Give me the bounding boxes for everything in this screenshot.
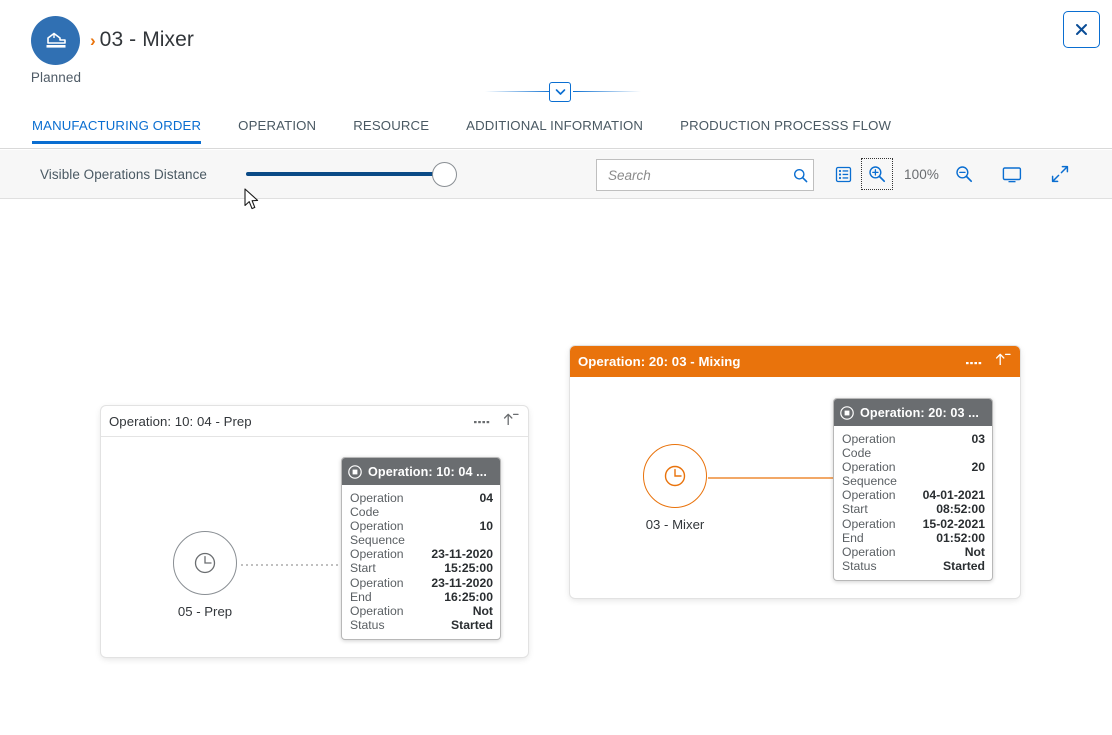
node-circle [643,444,707,508]
tooltip-value: 23-11-2020 16:25:00 [431,576,493,604]
zoom-level-label: 100% [904,167,939,182]
zoom-out-icon[interactable] [949,159,979,189]
tooltip-key: Operation Code [842,432,914,460]
collapse-up-icon[interactable] [502,412,519,431]
slider-handle[interactable] [432,162,457,187]
legend-list-icon[interactable] [828,159,858,189]
operation-status-icon [840,406,854,420]
tooltip-row: Operation Code 03 [842,432,985,460]
card-title: Operation: 10: 04 - Prep [101,414,474,429]
menu-dots-icon[interactable] [474,412,492,430]
menu-dots-icon[interactable] [966,353,984,371]
tooltip-value: 04-01-2021 08:52:00 [923,488,985,516]
collapse-up-icon[interactable] [994,352,1011,371]
tooltip-title: Operation: 10: 04 ... [368,465,487,479]
tooltip-row: Operation Start 23-11-2020 15:25:00 [350,547,493,575]
search-input[interactable] [597,168,793,183]
node-label: 03 - Mixer [643,517,707,532]
visible-operations-distance-slider[interactable] [246,162,461,186]
tooltip-row: Operation Code 04 [350,491,493,519]
zoom-in-icon[interactable] [862,159,892,189]
clock-icon [662,463,688,489]
tooltip-value: 04 [479,491,493,505]
tooltip-value: Not Started [920,545,985,573]
tooltip-value: 03 [971,432,985,446]
operation-tooltip-20[interactable]: Operation: 20: 03 ... Operation Code 03 … [833,398,993,581]
breadcrumb: › 03 - Mixer [90,28,194,52]
flow-view-tools: 100% [828,159,1079,189]
tab-bar: MANUFACTURING ORDER OPERATION RESOURCE A… [0,115,1112,149]
search-box[interactable] [596,159,814,191]
node-label: 05 - Prep [173,604,237,619]
card-header-actions [474,412,528,431]
tooltip-value: 23-11-2020 15:25:00 [431,547,493,575]
tooltip-key: Operation Status [350,604,422,632]
card-header-actions [966,352,1020,371]
tab-additional-information[interactable]: ADDITIONAL INFORMATION [466,115,643,144]
tooltip-key: Operation End [842,517,914,545]
tab-resource[interactable]: RESOURCE [353,115,429,144]
tooltip-key: Operation Sequence [842,460,914,488]
tooltip-value: 15-02-2021 01:52:00 [923,517,985,545]
node-tooltip-link [708,475,838,481]
production-process-flow-page: Planned › 03 - Mixer MANUFACTURING ORDER… [0,0,1112,735]
tooltip-value: Not Started [428,604,493,632]
operation-card-10[interactable]: Operation: 10: 04 - Prep [101,406,528,657]
search-icon[interactable] [793,168,817,183]
tab-production-processs-flow[interactable]: PRODUCTION PROCESSS FLOW [680,115,891,144]
tooltip-value: 10 [479,519,493,533]
tooltip-key: Operation Start [842,488,914,516]
tooltip-body: Operation Code 04 Operation Sequence 10 … [342,485,500,639]
tooltip-row: Operation Status Not Started [350,604,493,632]
tooltip-row: Operation Sequence 20 [842,460,985,488]
node-circle [173,531,237,595]
divider-line-left [485,91,553,92]
full-screen-icon[interactable] [1045,159,1075,189]
operation-tooltip-10[interactable]: Operation: 10: 04 ... Operation Code 04 … [341,457,501,640]
card-title: Operation: 20: 03 - Mixing [570,354,966,369]
operation-status-icon [348,465,362,479]
manufacturing-order-icon [31,16,80,65]
tab-operation[interactable]: OPERATION [238,115,316,144]
collapse-header-button[interactable] [549,82,571,102]
close-icon [1075,23,1088,36]
tooltip-row: Operation End 15-02-2021 01:52:00 [842,517,985,545]
fit-to-screen-icon[interactable] [997,159,1027,189]
operation-node-03-mixer[interactable]: 03 - Mixer [643,444,707,532]
tooltip-key: Operation End [350,576,422,604]
tooltip-key: Operation Start [350,547,422,575]
app-icon-area [31,16,80,65]
tooltip-row: Operation End 23-11-2020 16:25:00 [350,576,493,604]
visible-operations-distance-label: Visible Operations Distance [40,167,207,182]
tooltip-header: Operation: 20: 03 ... [834,399,992,426]
card-header: Operation: 20: 03 - Mixing [570,346,1020,377]
tooltip-row: Operation Sequence 10 [350,519,493,547]
tooltip-key: Operation Code [350,491,422,519]
close-button[interactable] [1063,11,1100,48]
slider-track [246,172,442,176]
tooltip-value: 20 [971,460,985,474]
process-flow-canvas[interactable]: Operation: 10: 04 - Prep [0,200,1112,735]
tooltip-key: Operation Sequence [350,519,422,547]
tooltip-header: Operation: 10: 04 ... [342,458,500,485]
tab-manufacturing-order[interactable]: MANUFACTURING ORDER [32,115,201,144]
card-header: Operation: 10: 04 - Prep [101,406,528,437]
operation-card-20[interactable]: Operation: 20: 03 - Mixing [570,346,1020,598]
chevron-down-icon [555,88,566,96]
page-title: 03 - Mixer [100,28,194,52]
clock-icon [192,550,218,576]
tooltip-row: Operation Status Not Started [842,545,985,573]
tooltip-body: Operation Code 03 Operation Sequence 20 … [834,426,992,580]
breadcrumb-chevron-icon: › [90,32,96,49]
tooltip-row: Operation Start 04-01-2021 08:52:00 [842,488,985,516]
operation-node-05-prep[interactable]: 05 - Prep [173,531,237,619]
tooltip-title: Operation: 20: 03 ... [860,406,979,420]
divider-line-right [573,91,641,92]
tooltip-key: Operation Status [842,545,914,573]
